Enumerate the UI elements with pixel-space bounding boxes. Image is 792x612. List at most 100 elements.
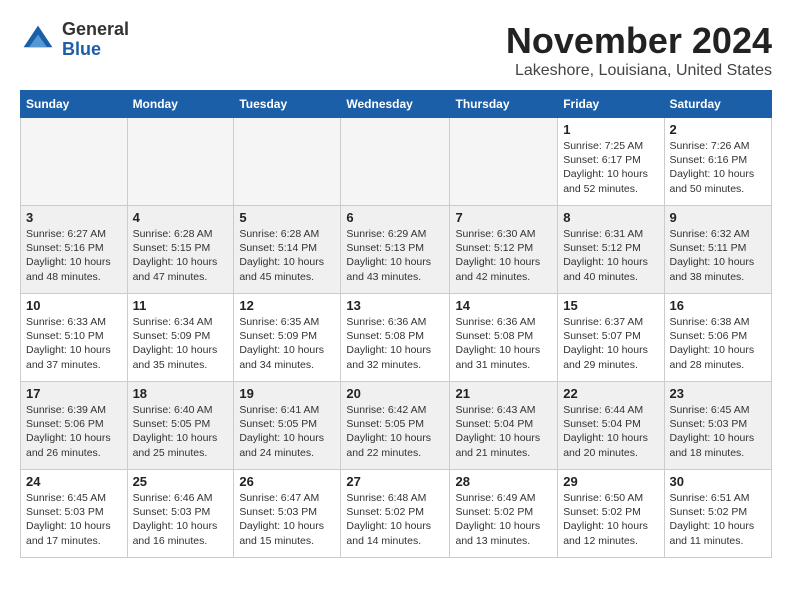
day-info: Sunrise: 6:32 AM Sunset: 5:11 PM Dayligh… [670,227,767,284]
day-info: Sunrise: 6:37 AM Sunset: 5:07 PM Dayligh… [563,315,658,372]
table-row [341,118,450,206]
day-info: Sunrise: 6:48 AM Sunset: 5:02 PM Dayligh… [346,491,444,548]
table-row: 26 Sunrise: 6:47 AM Sunset: 5:03 PM Dayli… [234,470,341,558]
day-number: 19 [239,386,335,401]
day-number: 15 [563,298,658,313]
day-number: 17 [26,386,122,401]
table-row [234,118,341,206]
table-row: 22Sunrise: 6:44 AM Sunset: 5:04 PM Dayli… [558,382,664,470]
table-row: 20Sunrise: 6:42 AM Sunset: 5:05 PM Dayli… [341,382,450,470]
logo: General Blue [20,20,129,60]
header-thursday: Thursday [450,91,558,118]
table-row [21,118,128,206]
table-row: 8Sunrise: 6:31 AM Sunset: 5:12 PM Daylig… [558,206,664,294]
table-row: 5 Sunrise: 6:28 AM Sunset: 5:14 PM Daylig… [234,206,341,294]
day-number: 12 [239,298,335,313]
day-info: Sunrise: 7:25 AM Sunset: 6:17 PM Dayligh… [563,139,658,196]
table-row: 13 Sunrise: 6:36 AM Sunset: 5:08 PM Dayli… [341,294,450,382]
table-row: 11 Sunrise: 6:34 AM Sunset: 5:09 PM Dayli… [127,294,234,382]
calendar-week-row: 1 Sunrise: 7:25 AM Sunset: 6:17 PM Daylig… [21,118,772,206]
table-row: 3Sunrise: 6:27 AM Sunset: 5:16 PM Daylig… [21,206,128,294]
day-number: 11 [133,298,229,313]
table-row: 21 Sunrise: 6:43 AM Sunset: 5:04 PM Dayli… [450,382,558,470]
day-info: Sunrise: 6:36 AM Sunset: 5:08 PM Dayligh… [455,315,552,372]
table-row: 14 Sunrise: 6:36 AM Sunset: 5:08 PM Dayli… [450,294,558,382]
calendar-table: Sunday Monday Tuesday Wednesday Thursday… [20,90,772,558]
table-row: 27 Sunrise: 6:48 AM Sunset: 5:02 PM Dayli… [341,470,450,558]
day-info: Sunrise: 6:39 AM Sunset: 5:06 PM Dayligh… [26,403,122,460]
table-row: 2Sunrise: 7:26 AM Sunset: 6:16 PM Daylig… [664,118,772,206]
day-info: Sunrise: 6:45 AM Sunset: 5:03 PM Dayligh… [26,491,122,548]
day-info: Sunrise: 6:44 AM Sunset: 5:04 PM Dayligh… [563,403,658,460]
header-monday: Monday [127,91,234,118]
day-number: 27 [346,474,444,489]
table-row: 18 Sunrise: 6:40 AM Sunset: 5:05 PM Dayli… [127,382,234,470]
day-number: 25 [133,474,229,489]
table-row: 28 Sunrise: 6:49 AM Sunset: 5:02 PM Dayli… [450,470,558,558]
day-info: Sunrise: 6:30 AM Sunset: 5:12 PM Dayligh… [455,227,552,284]
header-wednesday: Wednesday [341,91,450,118]
table-row: 25Sunrise: 6:46 AM Sunset: 5:03 PM Dayli… [127,470,234,558]
day-number: 13 [346,298,444,313]
day-number: 2 [670,122,767,137]
day-number: 26 [239,474,335,489]
table-row: 7Sunrise: 6:30 AM Sunset: 5:12 PM Daylig… [450,206,558,294]
day-number: 23 [670,386,767,401]
table-row [450,118,558,206]
logo-general-text: General [62,20,129,40]
day-info: Sunrise: 6:35 AM Sunset: 5:09 PM Dayligh… [239,315,335,372]
table-row: 1 Sunrise: 7:25 AM Sunset: 6:17 PM Daylig… [558,118,664,206]
day-info: Sunrise: 6:45 AM Sunset: 5:03 PM Dayligh… [670,403,767,460]
table-row: 30 Sunrise: 6:51 AM Sunset: 5:02 PM Dayli… [664,470,772,558]
weekday-header-row: Sunday Monday Tuesday Wednesday Thursday… [21,91,772,118]
table-row: 19Sunrise: 6:41 AM Sunset: 5:05 PM Dayli… [234,382,341,470]
day-info: Sunrise: 6:47 AM Sunset: 5:03 PM Dayligh… [239,491,335,548]
day-number: 16 [670,298,767,313]
day-info: Sunrise: 6:29 AM Sunset: 5:13 PM Dayligh… [346,227,444,284]
month-title: November 2024 [506,20,772,62]
day-number: 30 [670,474,767,489]
table-row: 6 Sunrise: 6:29 AM Sunset: 5:13 PM Daylig… [341,206,450,294]
table-row: 4Sunrise: 6:28 AM Sunset: 5:15 PM Daylig… [127,206,234,294]
day-info: Sunrise: 6:31 AM Sunset: 5:12 PM Dayligh… [563,227,658,284]
day-number: 4 [133,210,229,225]
day-number: 18 [133,386,229,401]
header-tuesday: Tuesday [234,91,341,118]
table-row: 12 Sunrise: 6:35 AM Sunset: 5:09 PM Dayli… [234,294,341,382]
logo-icon [20,22,56,58]
day-info: Sunrise: 6:51 AM Sunset: 5:02 PM Dayligh… [670,491,767,548]
day-info: Sunrise: 6:28 AM Sunset: 5:14 PM Dayligh… [239,227,335,284]
table-row: 17 Sunrise: 6:39 AM Sunset: 5:06 PM Dayli… [21,382,128,470]
day-info: Sunrise: 6:27 AM Sunset: 5:16 PM Dayligh… [26,227,122,284]
day-info: Sunrise: 6:34 AM Sunset: 5:09 PM Dayligh… [133,315,229,372]
day-number: 28 [455,474,552,489]
day-number: 21 [455,386,552,401]
table-row: 9 Sunrise: 6:32 AM Sunset: 5:11 PM Daylig… [664,206,772,294]
table-row: 15 Sunrise: 6:37 AM Sunset: 5:07 PM Dayli… [558,294,664,382]
day-number: 14 [455,298,552,313]
day-number: 24 [26,474,122,489]
table-row: 29Sunrise: 6:50 AM Sunset: 5:02 PM Dayli… [558,470,664,558]
location-subtitle: Lakeshore, Louisiana, United States [506,62,772,80]
header-saturday: Saturday [664,91,772,118]
day-number: 20 [346,386,444,401]
day-info: Sunrise: 6:43 AM Sunset: 5:04 PM Dayligh… [455,403,552,460]
day-number: 5 [239,210,335,225]
table-row: 23 Sunrise: 6:45 AM Sunset: 5:03 PM Dayli… [664,382,772,470]
calendar-week-row: 17 Sunrise: 6:39 AM Sunset: 5:06 PM Dayli… [21,382,772,470]
day-info: Sunrise: 6:36 AM Sunset: 5:08 PM Dayligh… [346,315,444,372]
day-number: 9 [670,210,767,225]
table-row: 10Sunrise: 6:33 AM Sunset: 5:10 PM Dayli… [21,294,128,382]
page-header: General Blue November 2024 Lakeshore, Lo… [20,20,772,80]
day-info: Sunrise: 6:38 AM Sunset: 5:06 PM Dayligh… [670,315,767,372]
day-info: Sunrise: 6:49 AM Sunset: 5:02 PM Dayligh… [455,491,552,548]
logo-blue-text: Blue [62,40,129,60]
calendar-week-row: 10Sunrise: 6:33 AM Sunset: 5:10 PM Dayli… [21,294,772,382]
day-info: Sunrise: 6:50 AM Sunset: 5:02 PM Dayligh… [563,491,658,548]
day-info: Sunrise: 6:33 AM Sunset: 5:10 PM Dayligh… [26,315,122,372]
day-info: Sunrise: 6:40 AM Sunset: 5:05 PM Dayligh… [133,403,229,460]
table-row [127,118,234,206]
day-number: 6 [346,210,444,225]
header-sunday: Sunday [21,91,128,118]
day-number: 1 [563,122,658,137]
